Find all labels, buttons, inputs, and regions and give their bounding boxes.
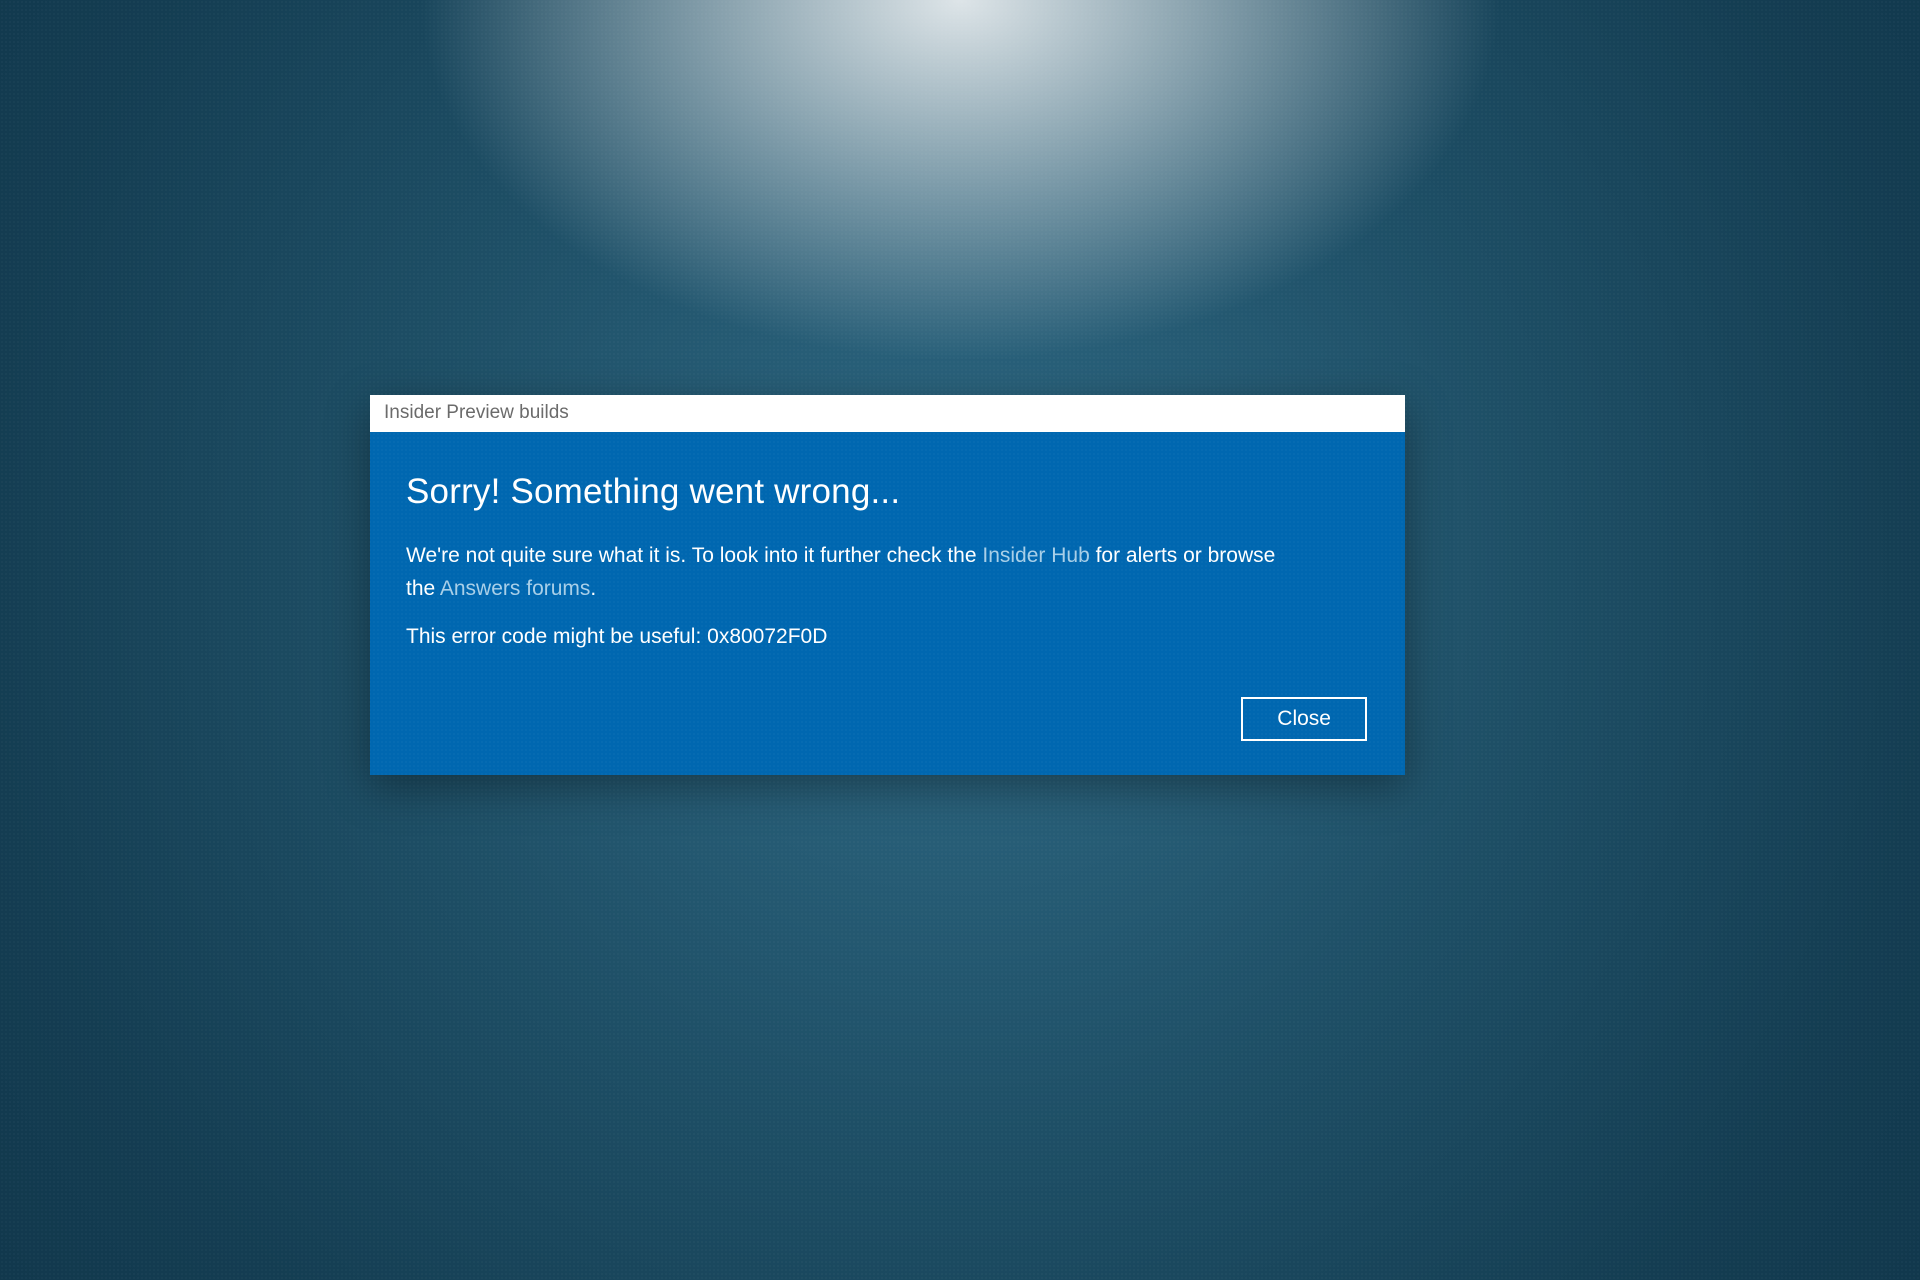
dialog-title-text: Insider Preview builds (384, 402, 569, 423)
answers-forums-link[interactable]: Answers forums (440, 577, 591, 600)
dialog-titlebar: Insider Preview builds (370, 395, 1405, 432)
error-dialog: Insider Preview builds Sorry! Something … (370, 395, 1405, 775)
error-message: We're not quite sure what it is. To look… (406, 540, 1286, 605)
error-heading: Sorry! Something went wrong... (406, 472, 1369, 512)
message-text-post: . (590, 577, 596, 600)
close-button[interactable]: Close (1241, 697, 1367, 741)
desktop-background: Insider Preview builds Sorry! Something … (0, 0, 1920, 1280)
dialog-actions: Close (406, 697, 1369, 751)
message-text-pre: We're not quite sure what it is. To look… (406, 544, 982, 567)
error-code-prefix: This error code might be useful: (406, 625, 707, 648)
error-code-value: 0x80072F0D (707, 625, 827, 648)
error-code-line: This error code might be useful: 0x80072… (406, 625, 1369, 649)
dialog-body: Sorry! Something went wrong... We're not… (370, 432, 1405, 775)
insider-hub-link[interactable]: Insider Hub (982, 544, 1089, 567)
